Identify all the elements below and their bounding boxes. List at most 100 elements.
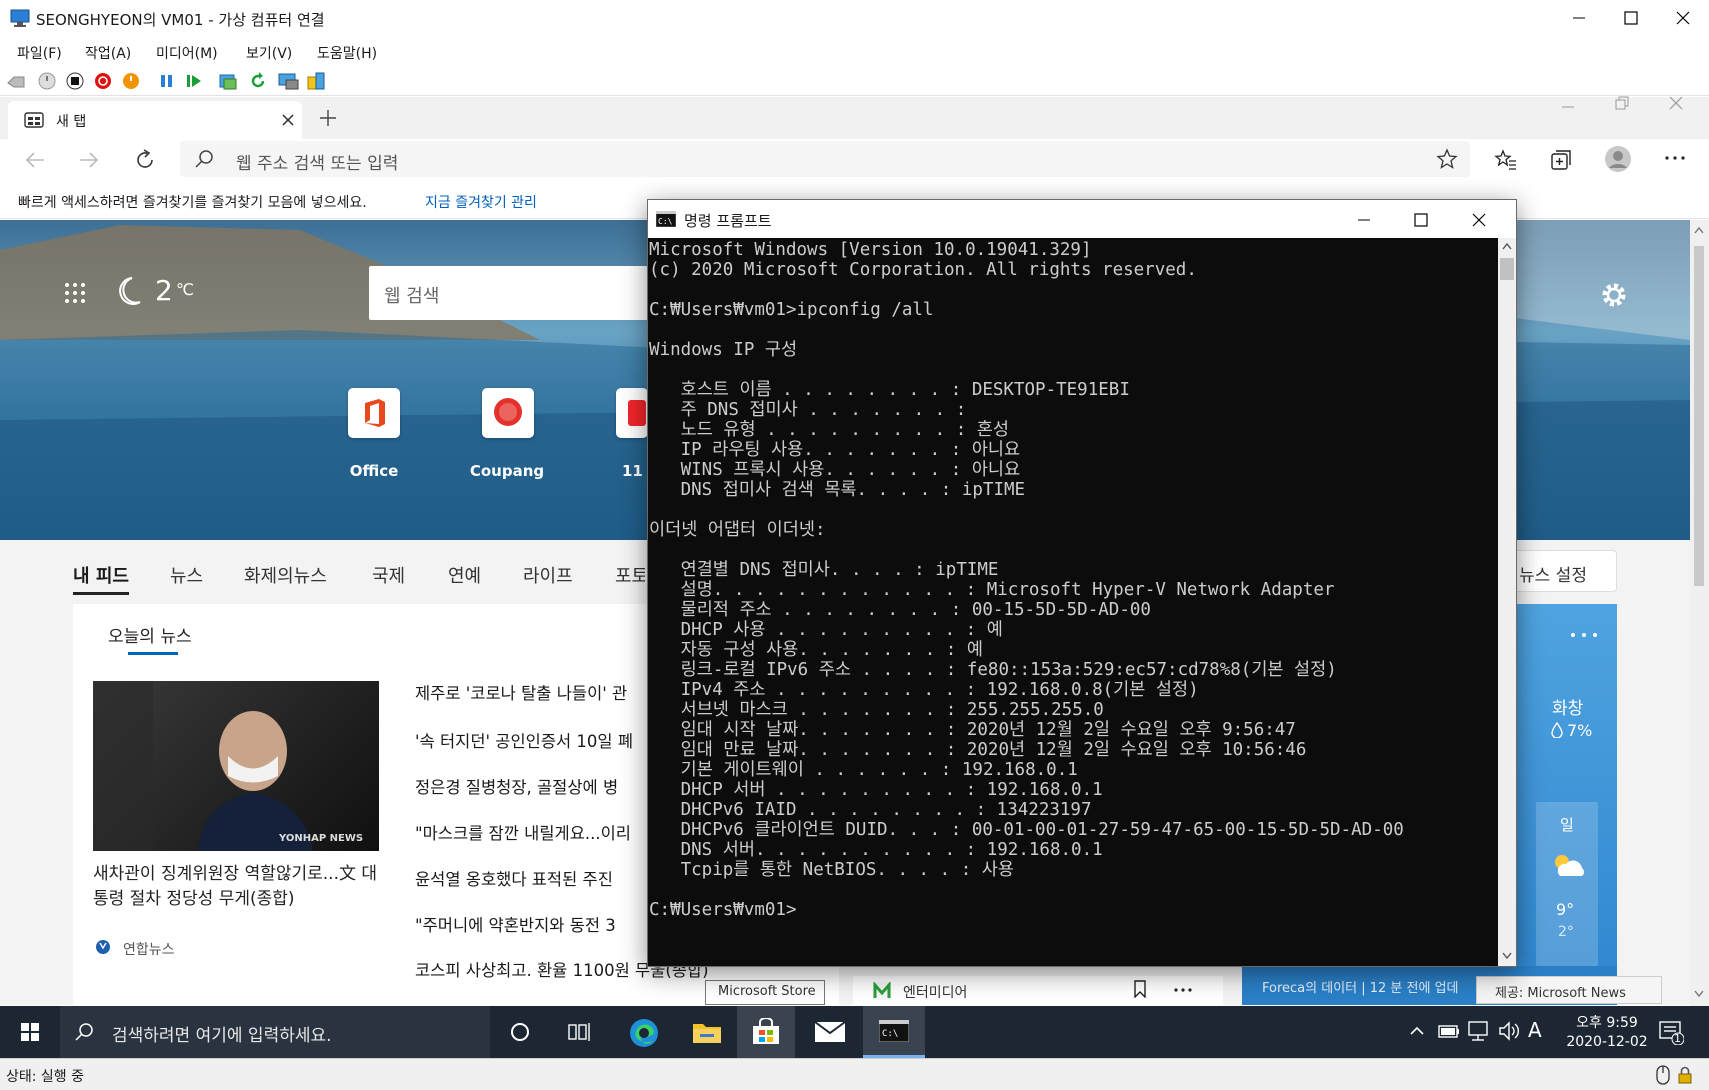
- vm-window-title: SEONGHYEON의 VM01 - 가상 컴퓨터 연결: [36, 11, 325, 29]
- menu-view[interactable]: 보기(V): [246, 43, 292, 63]
- collections-icon[interactable]: [1550, 149, 1572, 171]
- headline-6[interactable]: "주머니에 약혼반지와 동전 3: [415, 916, 616, 936]
- taskbar-search-box[interactable]: 검색하려면 여기에 입력하세요.: [60, 1006, 490, 1058]
- scroll-up-icon[interactable]: [1694, 226, 1704, 234]
- vm-close-button[interactable]: [1657, 0, 1709, 36]
- vm-maximize-button[interactable]: [1605, 0, 1657, 36]
- cmd-line: 연결별 DNS 접미사. . . . : ipTIME: [649, 560, 999, 580]
- hero-headline[interactable]: 새차관이 징계위원장 역할않기로...文 대통령 절차 정당성 무게(종합): [93, 862, 383, 912]
- news-photo[interactable]: YONHAP NEWS: [93, 681, 379, 851]
- menu-file[interactable]: 파일(F): [17, 43, 62, 63]
- cmd-taskbar-button[interactable]: C:\: [863, 1006, 925, 1058]
- tab-new-tab[interactable]: 새 탭: [8, 101, 302, 139]
- cmd-scroll-thumb[interactable]: [1500, 258, 1514, 280]
- personalize-label: 뉴스 설정: [1519, 566, 1587, 586]
- mouse-icon: [1656, 1065, 1670, 1085]
- headline-5[interactable]: 윤석열 옹호했다 표적된 주진: [415, 870, 613, 890]
- cmd-close-button[interactable]: [1471, 212, 1487, 228]
- search-icon: [195, 150, 213, 168]
- moon-weather-icon[interactable]: [112, 276, 142, 308]
- close-tab-icon[interactable]: [282, 114, 294, 126]
- feed-tab-news[interactable]: 뉴스: [170, 562, 203, 588]
- refresh-icon[interactable]: [134, 149, 156, 171]
- enhanced-session-icon[interactable]: [278, 71, 300, 91]
- manage-favorites-link[interactable]: 지금 즐겨찾기 관리: [425, 192, 537, 212]
- menu-help[interactable]: 도움말(H): [317, 43, 377, 63]
- menu-media[interactable]: 미디어(M): [156, 43, 218, 63]
- battery-icon[interactable]: [1438, 1023, 1460, 1039]
- edge-restore-button[interactable]: [1614, 95, 1630, 111]
- resume-icon[interactable]: [185, 72, 203, 90]
- command-prompt-window[interactable]: C:\ 명령 프롬프트 Microsoft Windows [Version 1…: [647, 199, 1517, 967]
- cmd-minimize-button[interactable]: [1356, 212, 1372, 226]
- cmd-title-bar[interactable]: C:\ 명령 프롬프트: [648, 200, 1516, 238]
- headline-3[interactable]: 정은경 질병청장, 골절상에 병: [415, 778, 618, 798]
- quicklink-office[interactable]: [348, 388, 400, 438]
- new-tab-plus-icon[interactable]: [318, 108, 338, 128]
- settings-gear-icon[interactable]: [1599, 280, 1629, 310]
- back-arrow-icon[interactable]: [24, 149, 46, 171]
- quicklink-11st[interactable]: [616, 388, 648, 438]
- quicklink-coupang[interactable]: [482, 388, 534, 438]
- profile-avatar-icon[interactable]: [1604, 145, 1632, 173]
- cmd-scrollbar[interactable]: [1498, 238, 1516, 966]
- taskbar-time[interactable]: 오후 9:59: [1567, 1012, 1647, 1032]
- task-view-icon[interactable]: [568, 1021, 592, 1043]
- windows-start-icon[interactable]: [21, 1023, 39, 1041]
- revert-icon[interactable]: [248, 71, 268, 91]
- volume-icon[interactable]: [1498, 1021, 1520, 1041]
- feed-tab-photo[interactable]: 포토: [615, 562, 645, 588]
- weather-more-icon[interactable]: [1570, 632, 1600, 638]
- page-scrollbar[interactable]: [1690, 220, 1709, 1006]
- edge-browser-icon[interactable]: [628, 1017, 660, 1049]
- bookmark-icon[interactable]: [1133, 980, 1147, 998]
- network-icon[interactable]: [1468, 1021, 1490, 1041]
- mail-icon[interactable]: [814, 1021, 846, 1043]
- vm-status-bar: 상태: 실행 중: [0, 1058, 1709, 1090]
- page-scroll-thumb[interactable]: [1694, 246, 1704, 586]
- headline-4[interactable]: "마스크를 잠깐 내릴게요...이리: [415, 824, 631, 844]
- cmd-scroll-down-icon[interactable]: [1502, 952, 1512, 960]
- start-vm-icon[interactable]: [38, 72, 56, 90]
- apps-grid-icon[interactable]: [64, 282, 86, 304]
- personalize-button[interactable]: 뉴스 설정: [1510, 550, 1617, 592]
- save-state-icon[interactable]: [122, 72, 140, 90]
- shutdown-icon[interactable]: [94, 72, 112, 90]
- feed-tab-my-feed[interactable]: 내 피드: [73, 562, 129, 595]
- favorite-star-icon[interactable]: [1436, 148, 1458, 170]
- feed-tab-world[interactable]: 국제: [372, 562, 405, 588]
- favbar-hint: 빠르게 액세스하려면 즐겨찾기를 즐겨찾기 모음에 넣으세요.: [18, 195, 367, 211]
- scroll-down-icon[interactable]: [1694, 990, 1704, 998]
- headline-2[interactable]: '속 터지던' 공인인증서 10일 폐: [415, 732, 633, 752]
- forward-arrow-icon[interactable]: [78, 149, 100, 171]
- vm-minimize-button[interactable]: [1553, 0, 1605, 36]
- cmd-scroll-up-icon[interactable]: [1502, 242, 1512, 250]
- file-explorer-icon[interactable]: [692, 1019, 722, 1045]
- show-hidden-icons-chevron-icon[interactable]: [1410, 1026, 1424, 1036]
- turn-off-icon[interactable]: [66, 72, 84, 90]
- edge-minimize-button[interactable]: [1560, 101, 1576, 113]
- card-more-icon[interactable]: [1173, 987, 1193, 993]
- pause-icon[interactable]: [158, 72, 176, 90]
- cmd-console[interactable]: Microsoft Windows [Version 10.0.19041.32…: [648, 238, 1498, 966]
- more-options-icon[interactable]: [1664, 154, 1686, 162]
- address-bar[interactable]: 웹 주소 검색 또는 입력: [180, 141, 1470, 177]
- cmd-maximize-button[interactable]: [1413, 212, 1429, 228]
- menu-action[interactable]: 작업(A): [85, 43, 131, 63]
- checkpoint-icon[interactable]: [218, 71, 238, 91]
- cmd-line: Microsoft Windows [Version 10.0.19041.32…: [649, 240, 1092, 260]
- headline-1[interactable]: 제주로 '코로나 탈출 나들이' 관: [415, 684, 627, 704]
- taskbar-date[interactable]: 2020-12-02: [1557, 1034, 1657, 1050]
- ime-indicator[interactable]: A: [1528, 1018, 1542, 1042]
- cmd-line: Windows IP 구성: [649, 340, 798, 360]
- edge-close-button[interactable]: [1668, 95, 1684, 111]
- ms-store-taskbar-button[interactable]: [737, 1006, 795, 1058]
- feed-tab-life[interactable]: 라이프: [523, 562, 573, 588]
- favorites-icon[interactable]: [1494, 149, 1518, 171]
- feed-tab-trending[interactable]: 화제의뉴스: [244, 562, 327, 588]
- share-icon[interactable]: [306, 71, 326, 91]
- ctrl-alt-del-icon[interactable]: [6, 73, 26, 89]
- feed-tab-entertainment[interactable]: 연예: [448, 562, 481, 588]
- cortana-icon[interactable]: [509, 1021, 531, 1043]
- provider-text: 제공: Microsoft News: [1495, 986, 1626, 1001]
